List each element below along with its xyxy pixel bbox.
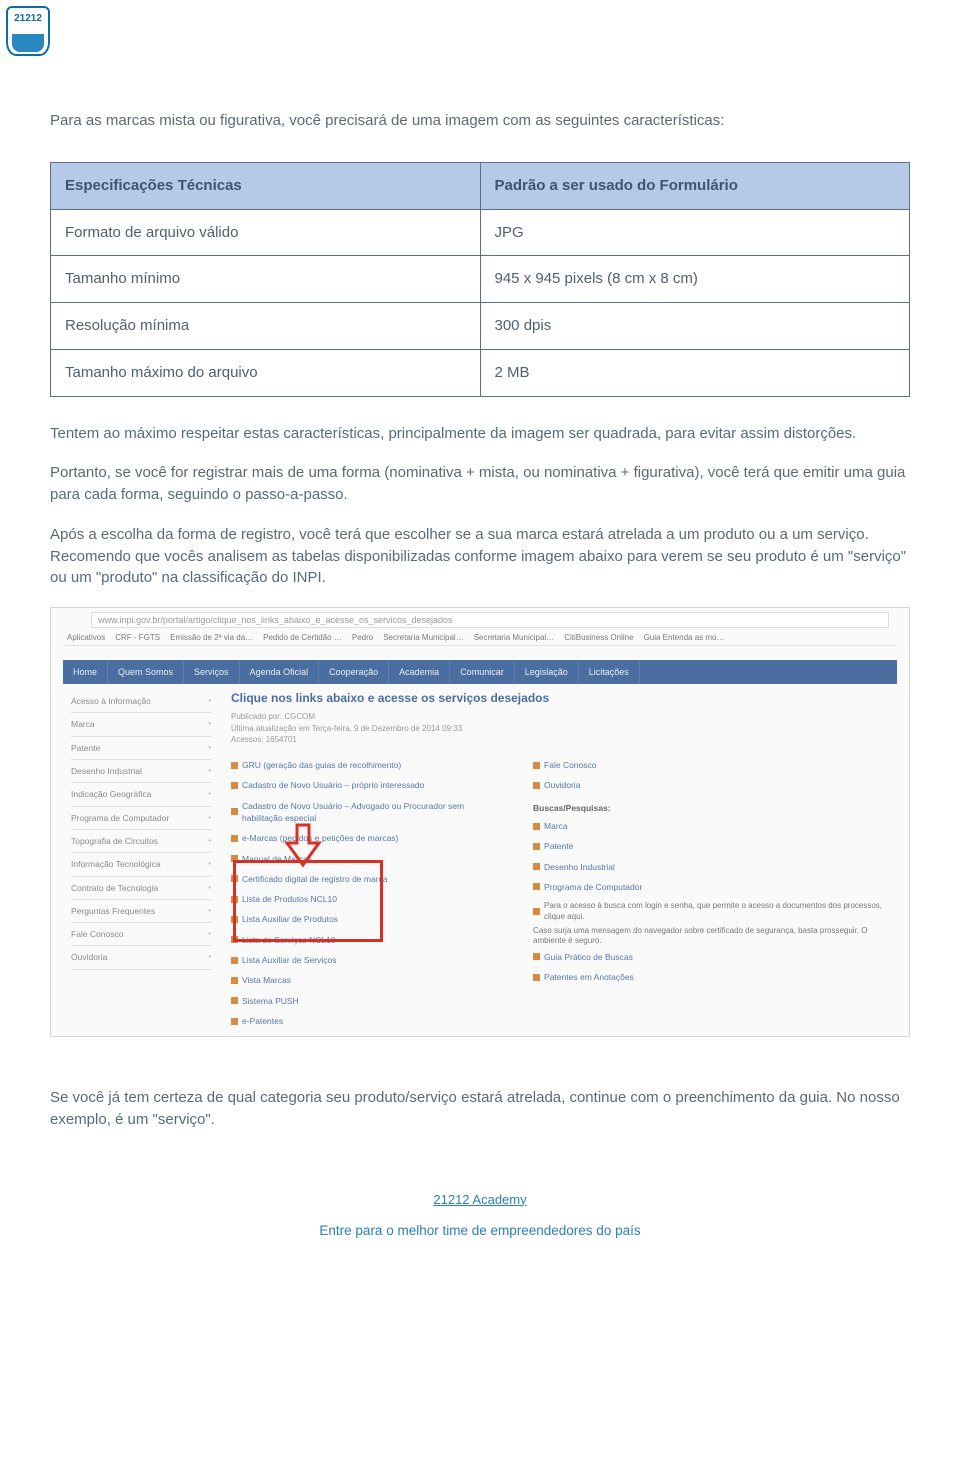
links-col-2: Fale Conosco Ouvidoria Buscas/Pesquisas:… <box>533 755 889 1031</box>
spec-cell: 945 x 945 pixels (8 cm x 8 cm) <box>480 256 910 303</box>
bookmark: Emissão de 2ª via da… <box>170 632 253 645</box>
spec-cell: Resolução mínima <box>51 303 481 350</box>
link-item: Patente <box>533 836 889 856</box>
link-item: Guia Prático de Buscas <box>533 947 889 967</box>
nav-item: Home <box>63 660 108 684</box>
nav-item: Agenda Oficial <box>240 660 320 684</box>
link-item: Patentes em Anotações <box>533 967 889 987</box>
logo-text: 21212 <box>14 12 42 27</box>
link-item: Cadastro de Novo Usuário – próprio inter… <box>231 775 503 795</box>
link-item: Cadastro de Novo Usuário – Advogado ou P… <box>231 796 503 829</box>
inpi-screenshot: www.inpi.gov.br/portal/artigo/clique_nos… <box>50 607 910 1037</box>
sidebar-item: Ouvidoria <box>71 946 211 969</box>
note-text: Caso surja uma mensagem do navegador sob… <box>533 926 889 947</box>
spec-cell: 2 MB <box>480 349 910 396</box>
link-item: GRU (geração das guias de recolhimento) <box>231 755 503 775</box>
sidebar-item: Contrato de Tecnologia <box>71 877 211 900</box>
link-item: e-Marcas (pedidos e petições de marcas) <box>231 828 503 848</box>
footer-link[interactable]: 21212 Academy <box>50 1191 910 1210</box>
link-item: Fale Conosco <box>533 755 889 775</box>
nav-item: Quem Somos <box>108 660 184 684</box>
sidebar-item: Perguntas Frequentes <box>71 900 211 923</box>
nav-item: Serviços <box>184 660 240 684</box>
spec-cell: JPG <box>480 209 910 256</box>
bookmark: CRF - FGTS <box>115 632 160 645</box>
bookmark: CitiBusiness Online <box>564 632 633 645</box>
sidebar-item: Programa de Computador <box>71 807 211 830</box>
nav-item: Comunicar <box>450 660 515 684</box>
spec-cell: Tamanho mínimo <box>51 256 481 303</box>
spec-table: Especificações Técnicas Padrão a ser usa… <box>50 162 910 397</box>
col2-header: Buscas/Pesquisas: <box>533 796 889 816</box>
highlight-box <box>233 860 383 942</box>
site-sidebar: Acesso à Informação Marca Patente Desenh… <box>71 690 211 970</box>
link-item: Desenho Industrial <box>533 857 889 877</box>
nav-item: Academia <box>389 660 450 684</box>
spec-cell: 300 dpis <box>480 303 910 350</box>
browser-url: www.inpi.gov.br/portal/artigo/clique_nos… <box>91 612 889 628</box>
note-text: Para o acesso à busca com login e senha,… <box>533 897 889 926</box>
logo-badge: 21212 <box>6 6 50 56</box>
spec-header-0: Especificações Técnicas <box>51 162 481 209</box>
site-nav: Home Quem Somos Serviços Agenda Oficial … <box>63 660 897 684</box>
nav-item: Licitações <box>579 660 640 684</box>
bookmark: Secretaria Municipal… <box>474 632 554 645</box>
sidebar-item: Indicação Geográfica <box>71 783 211 806</box>
bookmark: Secretaria Municipal… <box>383 632 463 645</box>
bookmark: Aplicativos <box>67 632 105 645</box>
sidebar-item: Marca <box>71 713 211 736</box>
page-footer: 21212 Academy Entre para o melhor time d… <box>50 1191 910 1241</box>
body-paragraph: Portanto, se você for registrar mais de … <box>50 462 910 506</box>
meta-upd: Última atualização em Terça-feira, 9 de … <box>231 723 889 734</box>
intro-paragraph: Para as marcas mista ou figurativa, você… <box>50 110 910 132</box>
link-item: Marca <box>533 816 889 836</box>
body-paragraph: Após a escolha da forma de registro, voc… <box>50 524 910 589</box>
sidebar-item: Informação Tecnológica <box>71 853 211 876</box>
link-item: Sistema PUSH <box>231 991 503 1011</box>
closing-paragraph: Se você já tem certeza de qual categoria… <box>50 1087 910 1131</box>
footer-tagline: Entre para o melhor time de empreendedor… <box>50 1221 910 1241</box>
sidebar-item: Acesso à Informação <box>71 690 211 713</box>
spec-cell: Formato de arquivo válido <box>51 209 481 256</box>
link-item: Vista Marcas <box>231 970 503 990</box>
bookmarks-bar: Aplicativos CRF - FGTS Emissão de 2ª via… <box>63 632 897 646</box>
spec-cell: Tamanho máximo do arquivo <box>51 349 481 396</box>
bookmark: Pedido de Certidão … <box>263 632 342 645</box>
bookmark: Pedro <box>352 632 373 645</box>
link-item: e-Patentes <box>231 1011 503 1031</box>
sidebar-item: Desenho Industrial <box>71 760 211 783</box>
main-title: Clique nos links abaixo e acesse os serv… <box>231 690 889 707</box>
meta-acc: Acessos: 1654701 <box>231 734 889 745</box>
link-item: Lista Auxiliar de Serviços <box>231 950 503 970</box>
sidebar-item: Fale Conosco <box>71 923 211 946</box>
sidebar-item: Patente <box>71 737 211 760</box>
spec-header-1: Padrão a ser usado do Formulário <box>480 162 910 209</box>
meta-pub: Publicado por: CGCOM <box>231 711 889 722</box>
nav-item: Cooperação <box>319 660 389 684</box>
nav-item: Legislação <box>515 660 579 684</box>
bookmark: Guia Entenda as mo… <box>644 632 725 645</box>
link-item: Programa de Computador <box>533 877 889 897</box>
link-item: Ouvidoria <box>533 775 889 795</box>
sidebar-item: Topografia de Circuitos <box>71 830 211 853</box>
body-paragraph: Tentem ao máximo respeitar estas caracte… <box>50 423 910 445</box>
